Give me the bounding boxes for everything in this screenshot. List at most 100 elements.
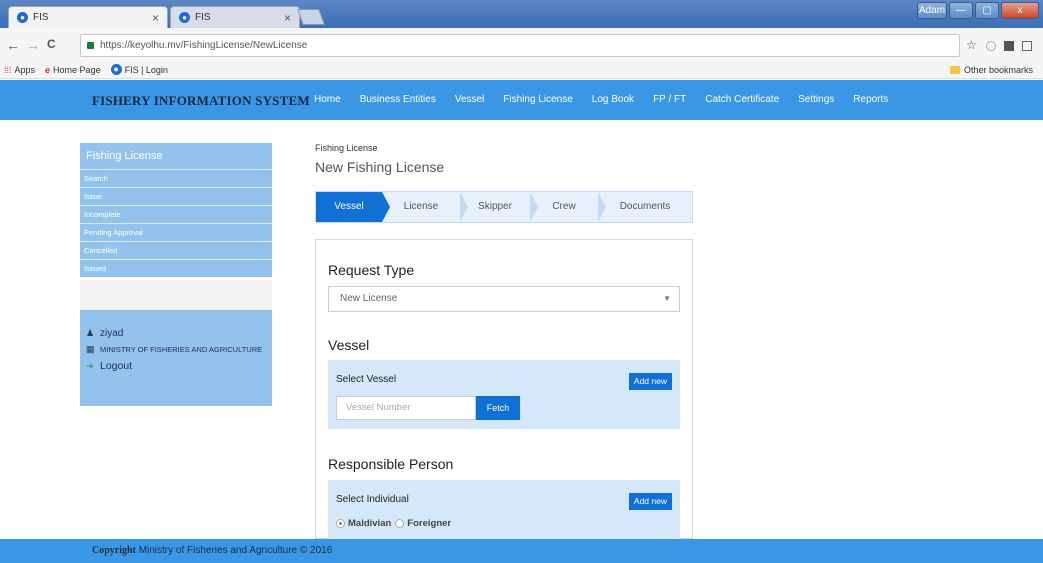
step-skipper[interactable]: Skipper [460,192,538,222]
sidebar-spacer [80,280,272,310]
menu-home[interactable]: Home [314,94,341,105]
radio-maldivian-label[interactable]: Maldivian [348,518,391,529]
form-panel: Request Type New License ▼ Vessel Select… [315,239,693,540]
sidebar-item-pending-approval[interactable]: Pending Approval [80,223,272,241]
tab-title: FIS [33,12,49,23]
main-menu: Home Business Entities Vessel Fishing Li… [314,94,888,105]
menu-fishing-license[interactable]: Fishing License [503,94,572,105]
tab-close-icon[interactable]: × [152,11,159,25]
browser-tabstrip: ● FIS × ● FIS × Adam — ▢ x [0,0,1043,28]
other-bookmarks[interactable]: Other bookmarks [949,64,1033,75]
footer-copyright-strong: Copyright [92,545,136,556]
app-brand[interactable]: FISHERY INFORMATION SYSTEM [92,93,310,109]
extension-square-icon[interactable] [1004,41,1014,51]
step-label: Crew [552,201,576,212]
step-label: Vessel [334,201,364,212]
menu-business-entities[interactable]: Business Entities [360,94,436,105]
menu-settings[interactable]: Settings [798,94,834,105]
vessel-number-input[interactable]: Vessel Number [336,396,476,420]
minimize-button[interactable]: — [949,2,973,19]
sidebar-item-cancelled[interactable]: Cancelled [80,241,272,259]
step-label: License [403,201,439,212]
radio-foreigner-label[interactable]: Foreigner [407,518,451,529]
sidebar-item-search[interactable]: Search [80,169,272,187]
bookmark-apps[interactable]: ⁞⁞⁞ Apps [4,65,35,75]
step-chevron [530,192,538,222]
bookmarks-bar: ⁞⁞⁞ Apps e Home Page ● FIS | Login Other… [0,61,1043,79]
extension-icon[interactable] [986,41,996,51]
menu-reports[interactable]: Reports [853,94,888,105]
responsible-person-heading: Responsible Person [328,456,454,472]
menu-catch-certificate[interactable]: Catch Certificate [705,94,779,105]
browser-tab-active[interactable]: ● FIS × [8,6,168,28]
window-user-badge[interactable]: Adam [917,2,947,19]
menu-log-book[interactable]: Log Book [592,94,634,105]
footer-text: Ministry of Fisheries and Agriculture © … [138,545,333,556]
logout-label: Logout [100,360,133,372]
menu-vessel[interactable]: Vessel [455,94,484,105]
step-documents[interactable]: Documents [598,192,692,222]
bookmark-home-page[interactable]: e Home Page [45,65,101,75]
cast-icon[interactable] [1022,41,1032,51]
fis-favicon-icon: ● [179,12,190,23]
address-bar[interactable]: https://keyolhu.mv/FishingLicense/NewLic… [80,34,960,57]
wizard-steps: Vessel License Skipper Crew Documents [315,191,693,223]
logout-icon: ➜ [86,360,94,371]
radio-foreigner[interactable] [395,519,405,528]
sidebar-item-issue[interactable]: Issue [80,187,272,205]
step-vessel[interactable]: Vessel [316,192,390,222]
building-icon: ▦ [86,344,95,354]
browser-tab-inactive[interactable]: ● FIS × [170,6,300,28]
page-title: New Fishing License [315,159,445,175]
caret-down-icon: ▼ [663,294,671,303]
fis-favicon-icon: ● [110,64,122,75]
fis-favicon-icon: ● [17,12,28,23]
sidebar-item-issued[interactable]: Issued [80,259,272,277]
breadcrumb[interactable]: Fishing License [315,143,378,153]
bookmark-label: Home Page [53,64,101,75]
reload-icon[interactable]: C [47,37,56,51]
select-individual-box: Select Individual Add new Maldivian Fore… [328,480,680,540]
bookmark-label: Apps [14,64,36,75]
radio-maldivian[interactable] [336,519,345,528]
ie-e-icon: e [45,64,51,75]
request-type-select[interactable]: New License ▼ [328,286,680,312]
sidebar: Fishing License Search Issue Incomplete … [80,143,272,407]
menu-fp-ft[interactable]: FP / FT [653,94,686,105]
user-row: ♟ ziyad [86,328,272,339]
select-vessel-box: Select Vessel Add new Vessel Number Fetc… [328,360,680,429]
sidebar-user-panel: ♟ ziyad ▦ MINISTRY OF FISHERIES AND AGRI… [80,310,272,406]
window-controls: Adam — ▢ x [917,2,1039,19]
back-icon[interactable]: ← [6,37,20,53]
maximize-button[interactable]: ▢ [975,2,999,19]
apps-grid-icon: ⁞⁞⁞ [4,64,12,75]
select-individual-label: Select Individual [336,494,409,505]
lock-icon [87,42,94,49]
bookmark-label: FIS | Login [124,64,168,75]
step-chevron [382,192,390,222]
bookmark-fis-login[interactable]: ● FIS | Login [110,64,168,75]
add-individual-button[interactable]: Add new [628,493,672,510]
add-vessel-button[interactable]: Add new [628,373,672,390]
folder-icon [949,65,960,74]
sidebar-item-incomplete[interactable]: Incomplete [80,205,272,223]
org-row: ▦ MINISTRY OF FISHERIES AND AGRICULTURE [86,344,272,355]
user-name: ziyad [100,328,124,339]
bookmark-star-icon[interactable]: ☆ [966,38,977,52]
request-type-heading: Request Type [328,262,415,278]
org-name: MINISTRY OF FISHERIES AND AGRICULTURE [100,345,263,354]
tab-title: FIS [195,12,211,23]
nationality-radio-group: Maldivian Foreigner [336,518,451,529]
footer: Copyright Ministry of Fisheries and Agri… [0,539,1043,563]
window-close-button[interactable]: x [1001,2,1039,19]
step-license[interactable]: License [382,192,468,222]
other-bookmarks-label: Other bookmarks [963,64,1033,75]
forward-icon[interactable]: → [26,37,40,53]
logout-link[interactable]: ➜ Logout [86,360,272,372]
new-tab-button[interactable] [297,9,325,25]
vessel-heading: Vessel [328,337,370,353]
tab-close-icon[interactable]: × [284,11,291,25]
step-crew[interactable]: Crew [530,192,606,222]
app-navbar: FISHERY INFORMATION SYSTEM Home Business… [0,80,1043,120]
fetch-button[interactable]: Fetch [476,396,520,420]
